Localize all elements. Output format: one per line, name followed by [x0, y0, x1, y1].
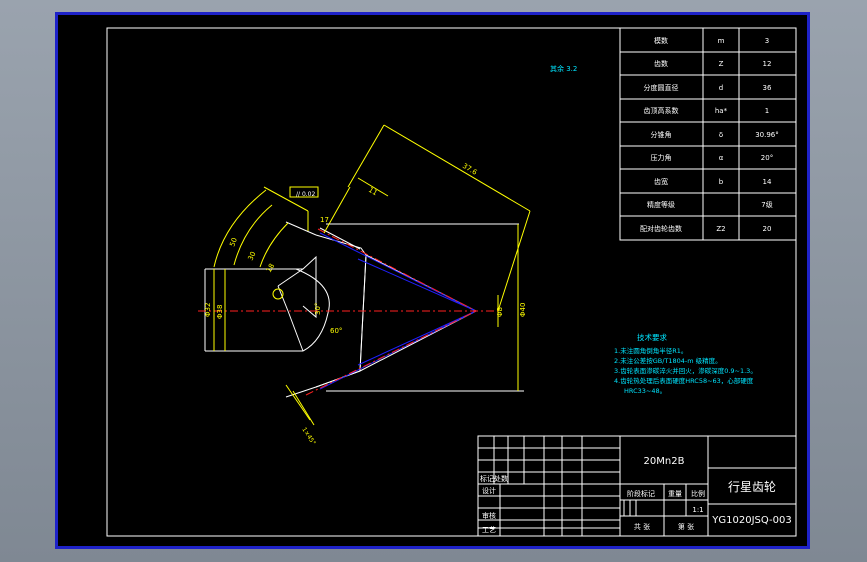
param-name: 分度圆直径 — [644, 83, 679, 92]
label-total-sheets: 共 张 — [634, 522, 650, 531]
dim-left-dia: Φ32 — [204, 303, 212, 317]
param-value: 14 — [763, 178, 772, 186]
param-value: 1 — [765, 107, 769, 115]
dim-cone-length: 37.6 — [461, 162, 479, 177]
label-design: 设计 — [482, 486, 496, 495]
label-process: 工艺 — [482, 526, 496, 534]
param-symbol: α — [719, 154, 724, 162]
dim-face: 17 — [320, 216, 329, 224]
label-scale: 比例 — [691, 489, 705, 498]
param-name: 压力角 — [651, 153, 672, 162]
param-name: 齿顶高系数 — [644, 106, 679, 115]
tech-item: 3.齿轮表面渗碳淬火并回火，渗碳深度0.9~1.3。 — [614, 366, 757, 375]
cad-viewport[interactable]: 模数 m 3 齿数 Z 12 分度圆直径 d 36 齿顶高系数 ha* 1 分锥… — [55, 12, 810, 549]
tech-title: 技术要求 — [637, 332, 667, 342]
param-name: 模数 — [654, 36, 668, 45]
dimension-lines — [213, 124, 531, 426]
part-name: 行星齿轮 — [728, 480, 776, 494]
dim-arc-outer: 50 — [228, 237, 239, 248]
param-name: 齿宽 — [654, 177, 668, 186]
material: 20Mn2B — [644, 456, 685, 467]
dim-chamfer: 1×45° — [300, 426, 316, 446]
param-value: 12 — [763, 60, 772, 68]
scale-value: 1:1 — [692, 506, 703, 514]
param-symbol: d — [719, 84, 723, 92]
tech-requirements: 技术要求 1.未注圆角倒角半径R1。 2.未注公差按GB/T1804-m 级精度… — [614, 332, 757, 395]
param-name: 配对齿轮齿数 — [640, 224, 682, 233]
drawing-frame — [106, 27, 797, 537]
dim-angle-2: 60° — [330, 327, 342, 335]
dim-arc-mid: 30 — [247, 250, 258, 261]
param-symbol: δ — [719, 131, 723, 139]
dim-right-dia-2: Φ40 — [519, 303, 527, 317]
param-value: 20° — [761, 154, 773, 162]
label-stage-mark: 阶段标记 — [627, 489, 655, 498]
tech-item: HRC33~48。 — [624, 387, 666, 395]
drawing-number: YG1020JSQ-003 — [711, 515, 791, 526]
tolerance-box: // 0.02 — [296, 191, 315, 198]
dim-arc-inner: 18 — [265, 262, 276, 274]
dimension-texts: 37.6 11 17 // 0.02 50 30 18 Φ32 Φ38 30° … — [204, 162, 527, 447]
label-weight: 重量 — [668, 490, 682, 498]
tech-item: 4.齿轮热处理后表面硬度HRC58~63，心部硬度 — [614, 376, 754, 385]
roughness-note: 其余 3.2 — [550, 64, 577, 73]
param-name: 分锥角 — [651, 130, 672, 139]
param-symbol: ha* — [715, 107, 728, 115]
dim-left-dia-2: Φ38 — [216, 305, 224, 319]
dim-angle-1: 30° — [314, 303, 322, 315]
param-symbol: b — [719, 178, 724, 186]
dim-right-dia: Φ8 — [496, 307, 504, 317]
param-value: 30.96° — [755, 131, 779, 139]
param-value: 20 — [763, 225, 772, 233]
tech-item: 2.未注公差按GB/T1804-m 级精度。 — [614, 356, 722, 365]
param-value: 7级 — [761, 200, 772, 209]
param-symbol: Z — [719, 60, 724, 68]
tech-item: 1.未注圆角倒角半径R1。 — [614, 346, 687, 355]
label-mark-region: 标记处数 — [480, 474, 508, 483]
param-value: 36 — [763, 84, 772, 92]
param-name: 精度等级 — [647, 200, 675, 209]
parameter-table-text: 模数 m 3 齿数 Z 12 分度圆直径 d 36 齿顶高系数 ha* 1 分锥… — [640, 36, 779, 233]
label-review: 审核 — [482, 511, 496, 520]
gear-section-view — [198, 221, 524, 398]
param-name: 齿数 — [654, 59, 668, 68]
engineering-drawing: 模数 m 3 齿数 Z 12 分度圆直径 d 36 齿顶高系数 ha* 1 分锥… — [106, 27, 797, 537]
param-value: 3 — [765, 37, 769, 45]
dim-tooth-width: 11 — [367, 186, 379, 197]
param-symbol: m — [718, 37, 725, 45]
label-sheet-no: 第 张 — [678, 522, 694, 531]
param-symbol: Z2 — [716, 225, 725, 233]
